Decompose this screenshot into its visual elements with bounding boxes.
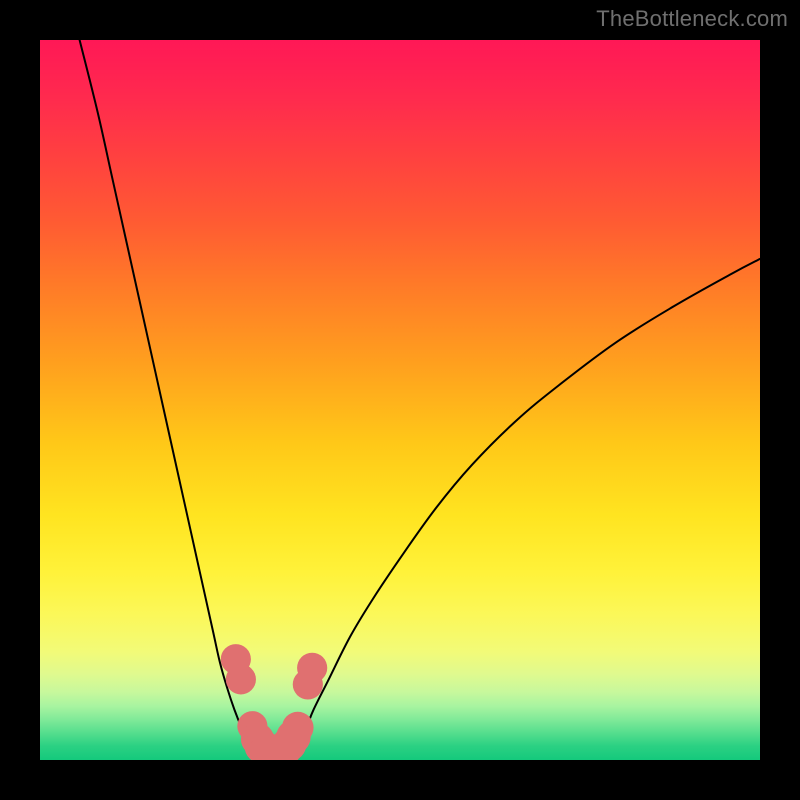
watermark-text: TheBottleneck.com xyxy=(596,6,788,32)
data-marker xyxy=(297,653,327,683)
bottleneck-curve xyxy=(40,40,760,760)
data-marker xyxy=(282,712,314,744)
plot-area xyxy=(40,40,760,760)
data-marker xyxy=(226,664,256,694)
chart-frame: TheBottleneck.com xyxy=(0,0,800,800)
curve-path xyxy=(80,40,760,757)
